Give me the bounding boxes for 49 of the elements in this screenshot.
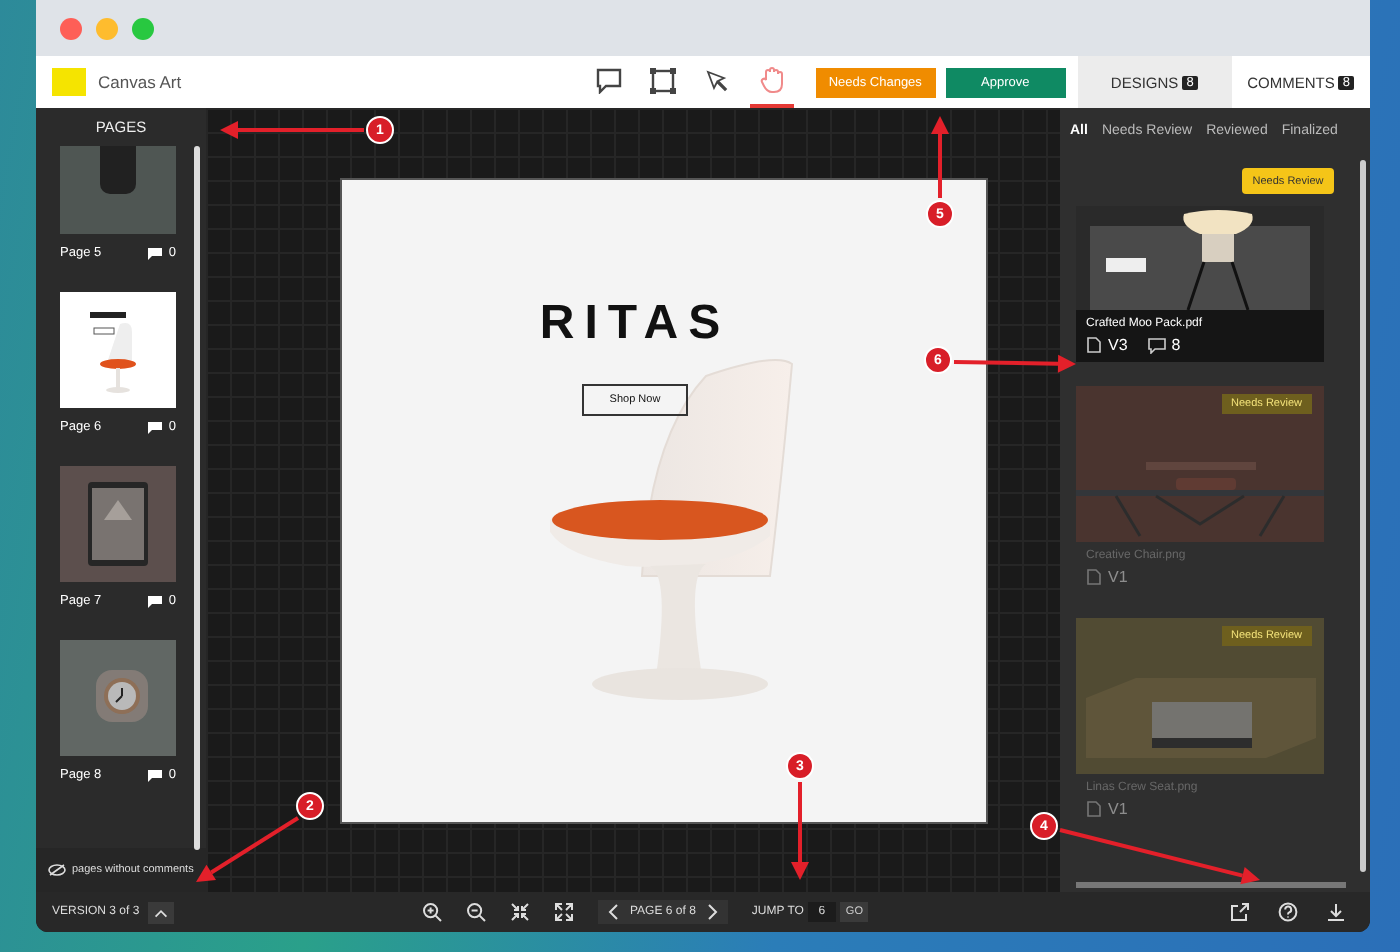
fit-button[interactable] (510, 902, 530, 922)
frame-icon (650, 67, 677, 93)
zoom-in-icon (422, 902, 442, 922)
clock-picture (60, 640, 176, 756)
zoom-in-button[interactable] (422, 902, 442, 922)
comment-count: 8 (1171, 336, 1181, 354)
pointer-icon (706, 69, 729, 91)
version-label: V1 (1108, 800, 1128, 818)
file-icon (1086, 336, 1102, 354)
chair-picture (60, 292, 176, 408)
callout-arrow (220, 121, 364, 139)
scrollbar[interactable] (1360, 160, 1366, 872)
previous-page-button[interactable] (604, 902, 624, 922)
project-name: Canvas Art (98, 72, 182, 92)
zoom-out-button[interactable] (466, 902, 486, 922)
download-button[interactable] (1326, 902, 1346, 922)
tablet-picture (60, 466, 176, 582)
chevron-left-icon (604, 902, 624, 922)
share-button[interactable] (1230, 902, 1250, 922)
zoom-out-icon (466, 902, 486, 922)
design-headline: RITAS (539, 295, 731, 351)
fullscreen-button[interactable] (554, 902, 574, 922)
file-icon (1086, 800, 1102, 818)
download-icon (1326, 902, 1346, 922)
comment-icon (148, 421, 163, 433)
comment-icon (148, 247, 163, 259)
collapse-icon (510, 902, 530, 922)
scrollbar[interactable] (1076, 882, 1346, 888)
version-label: V3 (1108, 336, 1128, 354)
comment-icon (148, 769, 163, 781)
expand-icon (554, 902, 574, 922)
help-icon (1278, 902, 1298, 922)
comment-icon (1147, 337, 1166, 353)
comment-icon (148, 595, 163, 607)
external-link-icon (1230, 902, 1250, 922)
help-button[interactable] (1278, 902, 1298, 922)
file-icon (1086, 568, 1102, 586)
scrollbar[interactable] (194, 146, 200, 850)
callout-arrow (931, 116, 949, 198)
comment-icon (596, 67, 623, 93)
callout-arrow (196, 816, 300, 882)
callout-arrow (953, 354, 1076, 373)
version-label: V1 (1108, 568, 1128, 586)
speaker-picture (60, 146, 176, 234)
eye-icon (48, 864, 66, 876)
hand-icon (759, 66, 784, 94)
version-toggle[interactable] (147, 901, 174, 923)
logo (52, 68, 86, 96)
callout-arrow (791, 782, 809, 880)
